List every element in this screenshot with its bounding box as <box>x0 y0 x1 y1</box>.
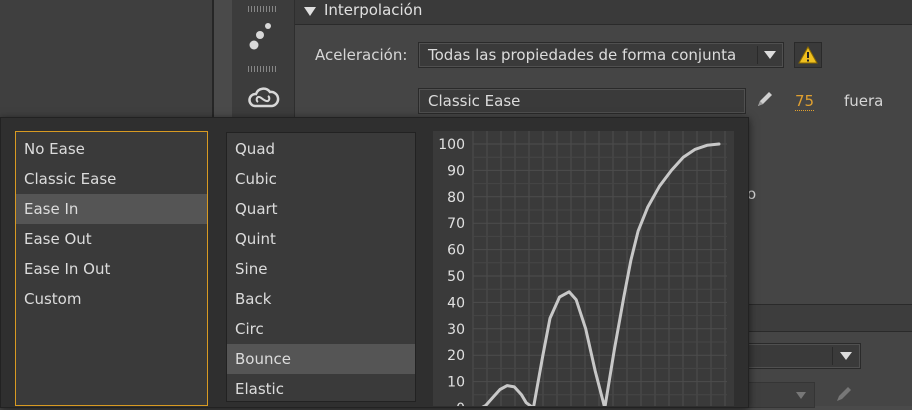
y-tick-label: 70 <box>447 216 465 232</box>
chevron-down-icon <box>796 392 806 399</box>
y-tick-label: 20 <box>447 348 465 364</box>
chevron-down-icon[interactable] <box>840 352 852 360</box>
list-item[interactable]: No Ease <box>16 134 207 164</box>
creative-cloud-icon[interactable] <box>246 84 280 112</box>
warning-button[interactable] <box>794 42 822 68</box>
grip-handle[interactable] <box>248 66 276 72</box>
list-item[interactable]: Back <box>227 284 415 314</box>
section-header[interactable]: Interpolación <box>295 0 912 25</box>
y-tick-label: 50 <box>447 269 465 285</box>
triangle-down-icon[interactable] <box>304 7 316 17</box>
pencil-icon[interactable] <box>755 89 775 109</box>
list-item[interactable]: Sine <box>227 254 415 284</box>
ease-type-field[interactable]: Classic Ease <box>418 88 746 114</box>
motion-dots-icon[interactable] <box>246 18 278 52</box>
ease-value[interactable]: 75 <box>795 92 815 111</box>
disabled-dropdown <box>747 382 815 408</box>
ease-label: Aceleración: <box>315 46 408 64</box>
section-header-bar[interactable] <box>745 304 912 332</box>
y-tick-label: 0 <box>456 401 465 406</box>
y-tick-label: 10 <box>447 375 465 391</box>
list-item[interactable]: Quad <box>227 134 415 164</box>
ease-scope-dropdown[interactable]: Todas las propiedades de forma conjunta <box>418 42 784 68</box>
dropdown-field[interactable] <box>745 343 861 369</box>
ease-curve-chart: 0 10 20 30 40 50 60 70 80 90 100 <box>433 131 734 410</box>
list-item[interactable]: Circ <box>227 314 415 344</box>
y-tick-label: 100 <box>438 137 465 153</box>
list-item[interactable]: Elastic <box>227 374 415 404</box>
list-item[interactable]: Ease In <box>16 194 207 224</box>
y-tick-label: 40 <box>447 295 465 311</box>
warning-icon <box>798 46 818 64</box>
y-tick-label: 80 <box>447 190 465 206</box>
y-tick-label: 60 <box>447 243 465 259</box>
list-item[interactable]: Cubic <box>227 164 415 194</box>
tool-strip <box>232 0 295 125</box>
y-tick-label: 90 <box>447 163 465 179</box>
list-item[interactable]: Bounce <box>227 344 415 374</box>
list-item[interactable]: Quart <box>227 194 415 224</box>
ease-scope-value: Todas las propiedades de forma conjunta <box>428 46 737 64</box>
pencil-icon <box>837 387 851 401</box>
ease-preset-list[interactable]: Quad Cubic Quart Quint Sine Back Circ Bounce Ela… <box>226 132 416 402</box>
ease-type-value: Classic Ease <box>428 92 521 110</box>
ease-category-list[interactable]: No Ease Classic Ease Ease In Ease Out Ease I… <box>15 131 208 406</box>
list-item[interactable]: Classic Ease <box>16 164 207 194</box>
ease-direction: fuera <box>844 92 884 110</box>
ease-curve-svg: 0 10 20 30 40 50 60 70 80 90 100 <box>438 131 727 410</box>
list-item[interactable]: Quint <box>227 224 415 254</box>
section-title: Interpolación <box>324 1 423 19</box>
list-item[interactable]: Ease In Out <box>16 254 207 284</box>
list-item[interactable]: Custom <box>16 284 207 314</box>
chevron-down-icon[interactable] <box>764 51 776 59</box>
y-tick-label: 30 <box>447 322 465 338</box>
grip-handle[interactable] <box>248 6 276 12</box>
list-item[interactable]: Ease Out <box>16 224 207 254</box>
